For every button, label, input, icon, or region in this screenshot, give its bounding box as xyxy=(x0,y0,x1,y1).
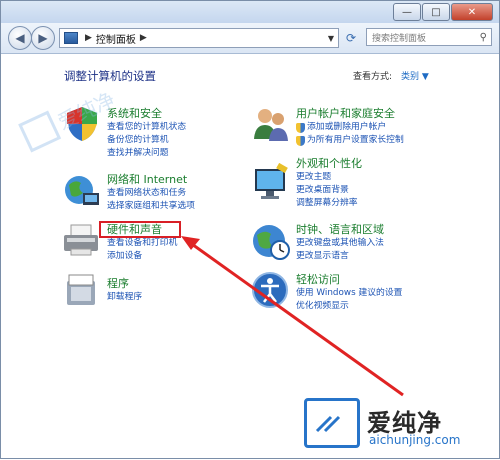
watermark-logo-icon xyxy=(304,398,360,448)
watermark-side-text: 爱纯净 xyxy=(54,87,119,134)
watermark-logo-faint-icon: 爱纯净 xyxy=(18,87,119,153)
watermark-glyph-icon xyxy=(315,415,341,433)
annotation-arrow xyxy=(181,236,404,397)
watermark-url: aichunjing.com xyxy=(369,433,461,447)
control-panel-window: — □ ✕ ◀ ▶ ▶ 控制面板 ▶ ▼ ⟳ 搜索控制面板 ⚲ 调整计算机的设置… xyxy=(0,0,500,459)
watermark-side: 爱纯净 xyxy=(17,79,147,173)
